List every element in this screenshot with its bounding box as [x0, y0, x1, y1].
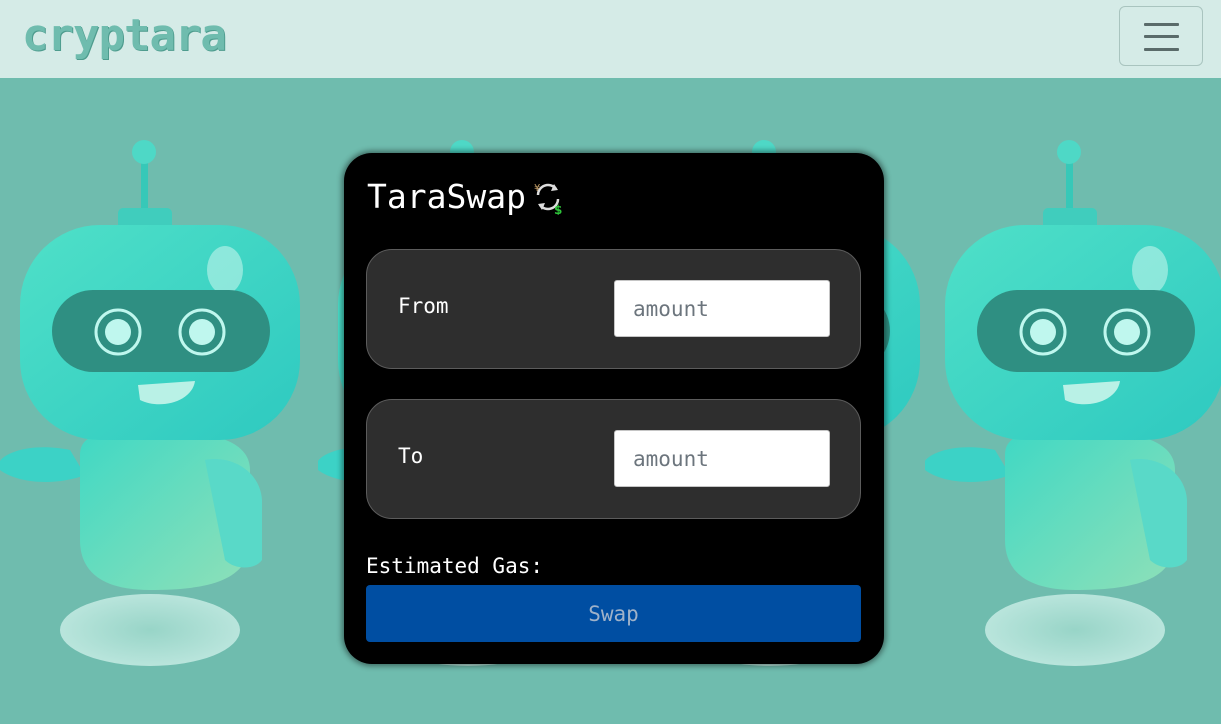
from-panel: From — [366, 249, 861, 369]
to-panel: To — [366, 399, 861, 519]
navbar: cryptara — [0, 0, 1221, 78]
robot-illustration-left — [0, 140, 300, 680]
menu-toggle-button[interactable] — [1119, 6, 1203, 66]
robot-illustration-right — [925, 140, 1221, 680]
currency-swap-icon: ¥ $ — [534, 183, 562, 215]
to-label: To — [398, 444, 424, 468]
swap-card: TaraSwap ¥ $ From To Estimated Gas: Swap — [344, 153, 884, 664]
brand-logo[interactable]: cryptara — [22, 10, 227, 61]
from-amount-input[interactable] — [614, 280, 830, 337]
svg-text:$: $ — [554, 203, 562, 215]
from-label: From — [398, 294, 449, 318]
svg-text:¥: ¥ — [534, 183, 540, 194]
swap-button[interactable]: Swap — [366, 585, 861, 642]
card-title: TaraSwap — [367, 177, 526, 216]
estimated-gas-label: Estimated Gas: — [366, 554, 544, 578]
to-amount-input[interactable] — [614, 430, 830, 487]
